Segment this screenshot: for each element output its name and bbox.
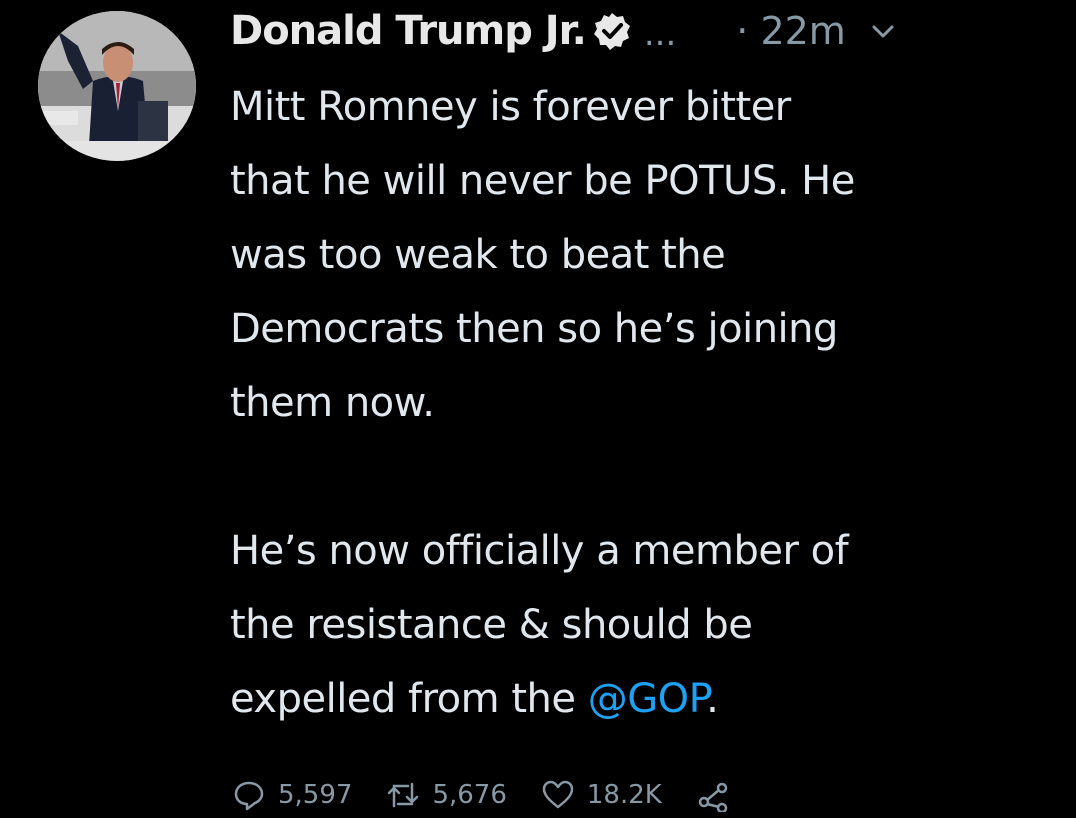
text-line-last: expelled from the @GOP. [230, 662, 1060, 736]
mention-link[interactable]: @GOP [588, 676, 707, 722]
like-count: 18.2K [586, 780, 662, 810]
text-line: He’s now officially a member of [230, 528, 849, 574]
display-name[interactable]: Donald Trump Jr. [230, 8, 587, 54]
reply-icon [234, 781, 264, 811]
retweet-icon [388, 782, 419, 808]
avatar-photo [38, 11, 196, 161]
tweet[interactable]: Donald Trump Jr. ... · 22m Mitt Romney i… [0, 0, 1076, 812]
share-icon [698, 782, 728, 812]
text-fragment: . [706, 676, 719, 722]
name-truncation: ... [643, 14, 677, 54]
chevron-down-icon[interactable] [870, 18, 896, 44]
timestamp[interactable]: · 22m [736, 9, 846, 53]
text-line: Democrats then so he’s joining [230, 306, 838, 352]
tweet-actions: 5,597 5,676 18.2K [232, 778, 1052, 818]
text-line: them now. [230, 380, 435, 426]
like-button[interactable]: 18.2K [541, 778, 662, 812]
text-line: Mitt Romney is forever bitter [230, 84, 791, 130]
tweet-text: Mitt Romney is forever bitter that he wi… [230, 70, 1060, 736]
verified-badge-icon [592, 11, 632, 51]
retweet-count: 5,676 [432, 780, 507, 810]
reply-button[interactable]: 5,597 [232, 778, 352, 812]
tweet-header: Donald Trump Jr. ... · 22m [230, 2, 1060, 60]
text-line: was too weak to beat the [230, 232, 726, 278]
text-fragment: expelled from the [230, 676, 588, 722]
avatar[interactable] [38, 11, 196, 161]
retweet-button[interactable]: 5,676 [386, 778, 507, 812]
share-button[interactable] [696, 778, 742, 812]
text-line: that he will never be POTUS. He [230, 158, 855, 204]
heart-icon [542, 780, 574, 809]
text-line: the resistance & should be [230, 602, 753, 648]
reply-count: 5,597 [278, 780, 353, 810]
